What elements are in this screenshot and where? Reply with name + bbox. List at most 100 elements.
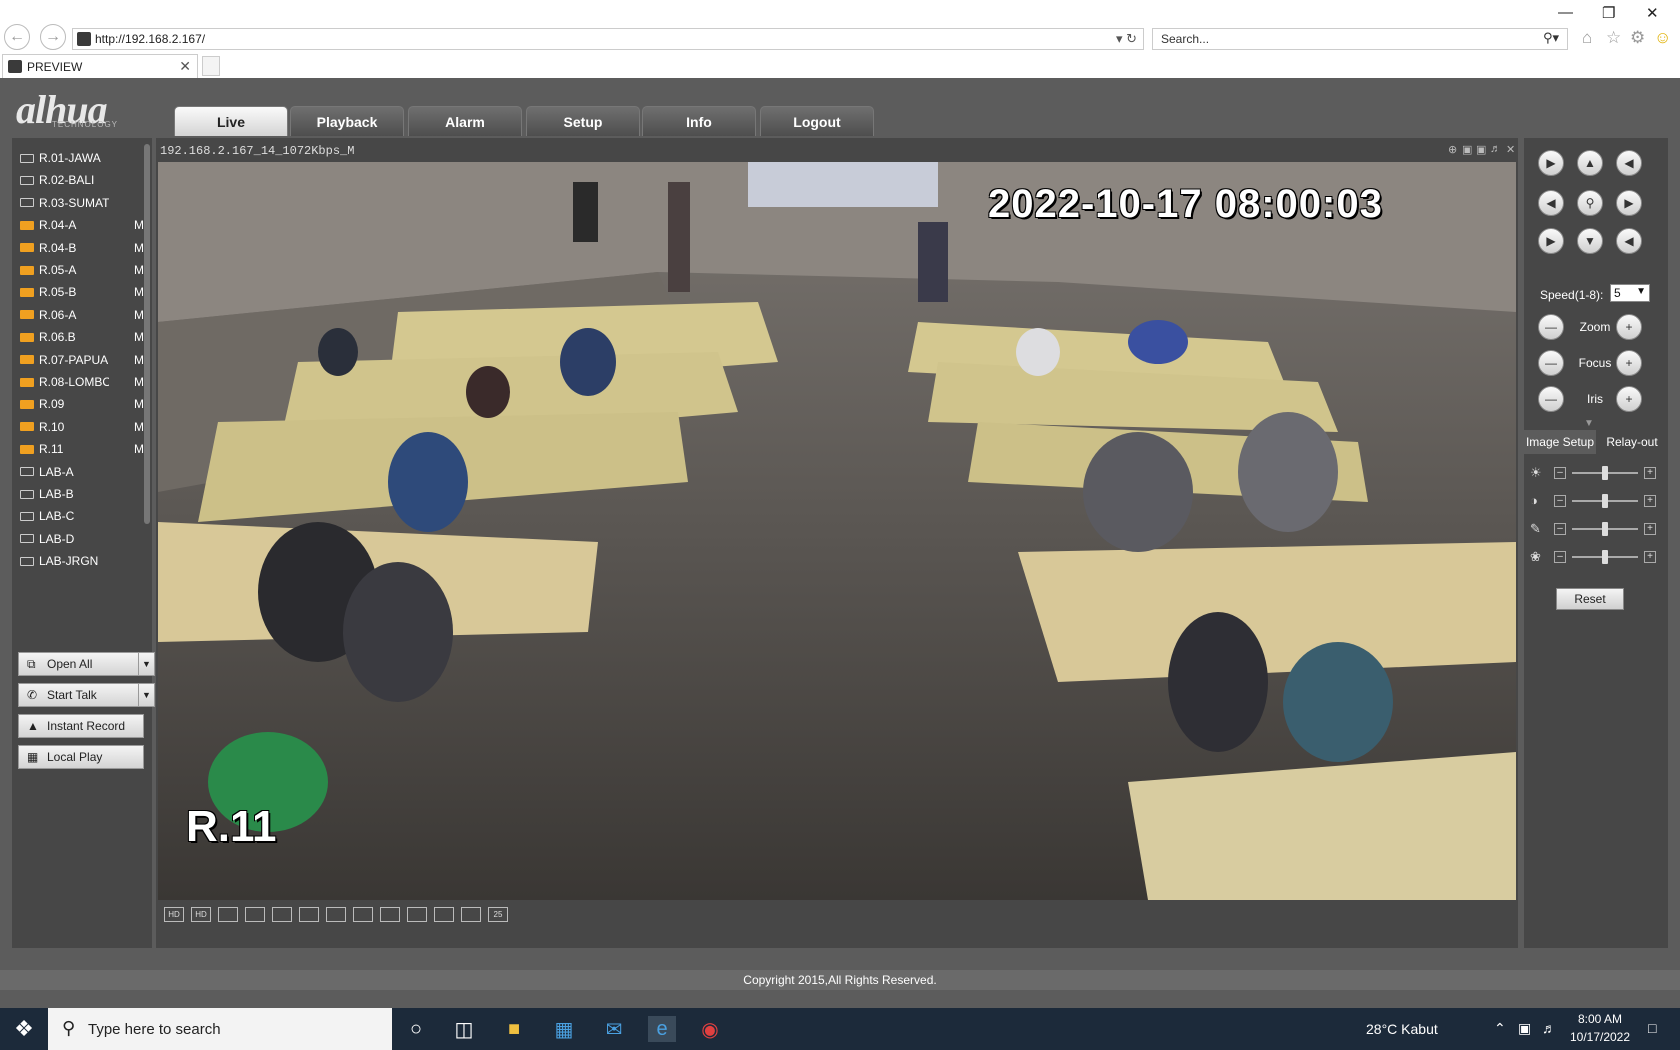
minimize-icon[interactable]: — xyxy=(1558,4,1573,21)
local-play-button[interactable]: ▦ Local Play xyxy=(18,745,144,769)
slider-decrease-button[interactable]: – xyxy=(1554,495,1566,507)
tab-logout[interactable]: Logout xyxy=(760,106,874,136)
tab-relay-out[interactable]: Relay-out xyxy=(1596,430,1668,454)
camera-list-item[interactable]: LAB-A xyxy=(20,462,144,482)
camera-list-item[interactable]: R.04-B M xyxy=(20,238,144,258)
close-video-icon[interactable]: ✕ xyxy=(1506,143,1515,156)
layout-button[interactable]: HD xyxy=(164,907,184,922)
slider-decrease-button[interactable]: – xyxy=(1554,523,1566,535)
slider-decrease-button[interactable]: – xyxy=(1554,467,1566,479)
taskbar-clock-date[interactable]: 10/17/2022 xyxy=(1562,1030,1638,1044)
slider-knob[interactable] xyxy=(1602,466,1608,480)
camera-list-item[interactable]: R.08-LOMBO M xyxy=(20,372,144,392)
chrome-icon[interactable]: ◉ xyxy=(696,1016,724,1042)
snapshot-icon[interactable]: ▣ xyxy=(1462,143,1472,156)
camera-icon[interactable]: ▣ xyxy=(1476,143,1486,156)
cortana-icon[interactable]: ○ xyxy=(402,1016,430,1042)
ptz-right-button[interactable]: ▶ xyxy=(1616,190,1642,216)
taskbar-search-input[interactable]: ⚲ Type here to search xyxy=(48,1008,392,1050)
taskbar-clock-time[interactable]: 8:00 AM xyxy=(1570,1012,1630,1026)
search-icon[interactable]: ⚲▾ xyxy=(1543,30,1559,46)
open-all-button[interactable]: ⧉ Open All xyxy=(18,652,144,676)
chevron-up-icon[interactable]: ⌃ xyxy=(1494,1020,1506,1037)
camera-list-item[interactable]: LAB-D xyxy=(20,529,144,549)
tab-setup[interactable]: Setup xyxy=(526,106,640,136)
task-view-icon[interactable]: ◫ xyxy=(450,1016,478,1042)
file-explorer-icon[interactable]: ■ xyxy=(500,1016,528,1042)
camera-list-item[interactable]: R.05-A M xyxy=(20,260,144,280)
layout-button[interactable] xyxy=(218,907,238,922)
layout-button[interactable] xyxy=(353,907,373,922)
layout-button[interactable] xyxy=(380,907,400,922)
tab-live[interactable]: Live xyxy=(174,106,288,136)
zoom-in-button[interactable]: + xyxy=(1616,314,1642,340)
favorites-star-icon[interactable]: ☆ xyxy=(1606,28,1621,48)
tab-info[interactable]: Info xyxy=(642,106,756,136)
volume-icon[interactable]: ♬ xyxy=(1542,1020,1556,1036)
browser-search-input[interactable]: Search... ⚲▾ xyxy=(1152,28,1568,50)
ptz-up-left-button[interactable]: ▶ xyxy=(1538,150,1564,176)
slider-increase-button[interactable]: + xyxy=(1644,523,1656,535)
layout-button[interactable] xyxy=(326,907,346,922)
collapse-arrow-icon[interactable]: ▼ xyxy=(1584,418,1594,429)
slider-increase-button[interactable]: + xyxy=(1644,551,1656,563)
layout-button[interactable] xyxy=(272,907,292,922)
camera-list-item[interactable]: R.02-BALI xyxy=(20,170,144,190)
windows-start-icon[interactable]: ❖ xyxy=(0,1008,48,1050)
layout-button[interactable]: HD xyxy=(191,907,211,922)
refresh-icon[interactable]: ▾ ↻ xyxy=(1116,31,1137,47)
ptz-up-right-button[interactable]: ◀ xyxy=(1616,150,1642,176)
speed-select[interactable]: 5 ▼ xyxy=(1610,284,1650,302)
slider-knob[interactable] xyxy=(1602,494,1608,508)
open-all-dropdown[interactable]: ▼ xyxy=(138,652,155,676)
camera-list-item[interactable]: LAB-C xyxy=(20,506,144,526)
camera-list-item[interactable]: R.09 M xyxy=(20,394,144,414)
tab-image-setup[interactable]: Image Setup xyxy=(1524,430,1596,454)
tab-playback[interactable]: Playback xyxy=(290,106,404,136)
new-tab-button[interactable] xyxy=(202,56,220,76)
internet-explorer-icon[interactable]: e xyxy=(648,1016,676,1042)
camera-list-item[interactable]: R.04-A M xyxy=(20,215,144,235)
network-icon[interactable]: ▣ xyxy=(1518,1020,1531,1037)
slider-knob[interactable] xyxy=(1602,550,1608,564)
slider-track[interactable] xyxy=(1572,494,1638,508)
camera-list-item[interactable]: LAB-B xyxy=(20,484,144,504)
layout-button[interactable] xyxy=(245,907,265,922)
camera-list-item[interactable]: R.11 M xyxy=(20,439,144,459)
forward-icon[interactable]: → xyxy=(40,24,66,50)
home-icon[interactable]: ⌂ xyxy=(1582,28,1592,48)
instant-record-button[interactable]: ▲ Instant Record xyxy=(18,714,144,738)
layout-button[interactable]: 25 xyxy=(488,907,508,922)
layout-button[interactable] xyxy=(299,907,319,922)
back-icon[interactable]: ← xyxy=(4,24,30,50)
restore-icon[interactable]: ❐ xyxy=(1602,4,1615,22)
notification-icon[interactable]: □ xyxy=(1648,1020,1656,1036)
start-talk-button[interactable]: ✆ Start Talk xyxy=(18,683,144,707)
ptz-center-button[interactable]: ⚲ xyxy=(1577,190,1603,216)
camera-list-item[interactable]: R.06.B M xyxy=(20,327,144,347)
zoom-in-icon[interactable]: ⊕ xyxy=(1448,143,1457,156)
ptz-up-button[interactable]: ▲ xyxy=(1577,150,1603,176)
slider-increase-button[interactable]: + xyxy=(1644,467,1656,479)
store-icon[interactable]: ▦ xyxy=(550,1016,578,1042)
audio-icon[interactable]: ♬ xyxy=(1490,143,1501,155)
mail-icon[interactable]: ✉ xyxy=(600,1016,628,1042)
layout-button[interactable] xyxy=(407,907,427,922)
layout-button[interactable] xyxy=(434,907,454,922)
address-bar[interactable]: http://192.168.2.167/ ▾ ↻ xyxy=(72,28,1144,50)
slider-track[interactable] xyxy=(1572,550,1638,564)
slider-track[interactable] xyxy=(1572,522,1638,536)
layout-button[interactable] xyxy=(461,907,481,922)
camera-list-item[interactable]: R.03-SUMAT xyxy=(20,193,144,213)
camera-list-scrollbar[interactable] xyxy=(144,144,150,524)
start-talk-dropdown[interactable]: ▼ xyxy=(138,683,155,707)
ptz-left-button[interactable]: ◀ xyxy=(1538,190,1564,216)
iris-open-button[interactable]: + xyxy=(1616,386,1642,412)
smiley-feedback-icon[interactable]: ☺ xyxy=(1654,28,1671,48)
weather-widget[interactable]: 28°C Kabut xyxy=(1366,1021,1438,1037)
focus-far-button[interactable]: + xyxy=(1616,350,1642,376)
slider-decrease-button[interactable]: – xyxy=(1554,551,1566,563)
slider-knob[interactable] xyxy=(1602,522,1608,536)
ptz-down-button[interactable]: ▼ xyxy=(1577,228,1603,254)
browser-tab-preview[interactable]: PREVIEW ✕ xyxy=(2,54,198,78)
